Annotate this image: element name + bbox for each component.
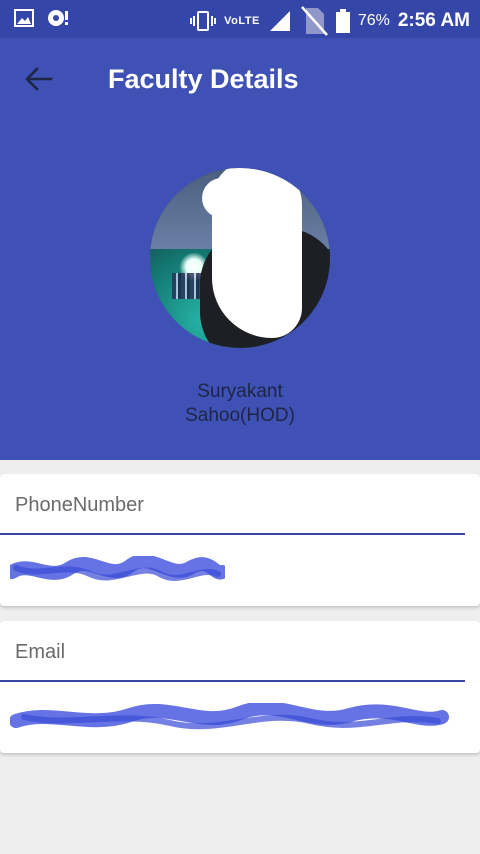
phone-value-redacted[interactable] <box>10 556 225 586</box>
email-value-redacted[interactable] <box>10 703 450 733</box>
arrow-back-icon <box>25 67 53 91</box>
volte-indicator: VoLTE <box>224 15 260 27</box>
profile-header: Faculty Details Suryakant Sahoo(HOD) <box>0 38 480 460</box>
data-saver-icon <box>48 10 68 26</box>
status-bar: VoLTE 76% 2:56 AM <box>0 0 480 38</box>
page-title: Faculty Details <box>108 64 299 94</box>
clock: 2:56 AM <box>397 10 470 31</box>
no-sim-icon <box>300 6 328 36</box>
redaction-scribble <box>10 556 225 581</box>
signal-icon <box>269 11 290 31</box>
faculty-name-line2: Sahoo(HOD) <box>185 405 295 426</box>
vibrate-icon <box>190 11 217 31</box>
redaction-scribble <box>10 703 449 730</box>
phone-card: PhoneNumber <box>0 474 480 606</box>
battery-percent: 76% <box>357 12 390 29</box>
faculty-avatar <box>150 168 330 348</box>
email-divider <box>0 680 465 682</box>
faculty-name: Suryakant Sahoo(HOD) <box>140 380 340 428</box>
faculty-name-line1: Suryakant <box>197 381 283 402</box>
battery-icon <box>335 9 350 33</box>
phone-divider <box>0 533 465 535</box>
phone-label: PhoneNumber <box>15 494 144 516</box>
back-button[interactable] <box>24 64 60 96</box>
gallery-icon <box>14 9 34 27</box>
email-card: Email <box>0 621 480 753</box>
email-label: Email <box>15 641 66 663</box>
